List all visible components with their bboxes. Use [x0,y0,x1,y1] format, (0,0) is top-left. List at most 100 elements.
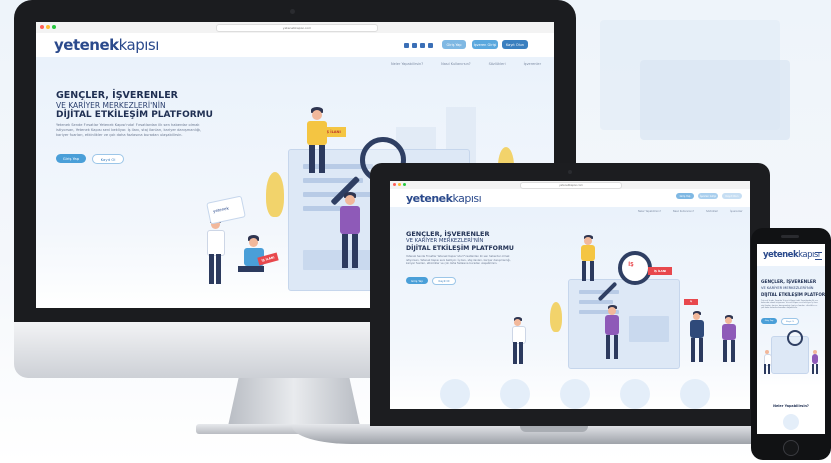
facebook-icon[interactable] [412,43,417,48]
window-minimize-icon[interactable] [46,25,50,29]
site-logo[interactable]: yetenekkapısı [54,36,159,54]
laptop-lid: yeteneKkapisi.com yetenekkapısı Giriş Ya… [370,163,770,426]
job-posting-tag-large: İŞ [626,261,636,269]
person-figure [688,311,706,365]
window-maximize-icon[interactable] [403,183,406,186]
social-links [404,43,433,48]
linkedin-icon[interactable] [404,43,409,48]
phone-home-button[interactable] [783,440,799,456]
header-employer-label: İşveren Girişi [699,194,717,198]
feature-icon[interactable] [680,379,710,409]
job-posting-tag: İŞ [684,299,698,305]
feature-icon[interactable] [783,414,799,430]
hero-login-button[interactable]: Giriş Yap [56,154,86,163]
hero-description: Yetenek Sende Fırsatlar Yetenek Kapısı'n… [56,123,202,137]
hero-login-button[interactable]: Giriş Yap [761,318,777,324]
address-bar[interactable]: yeteneKkapisi.com [216,24,378,32]
laptop-camera [568,170,572,174]
mini-logo-text: yetenek [212,205,230,214]
hero-title-line3: DİJİTAL ETKİLEŞİM PLATFORMU [56,110,213,120]
person-figure [204,217,226,287]
window-minimize-icon[interactable] [398,183,401,186]
monitor-stand [228,378,360,426]
person-figure [763,350,772,376]
menu-icon[interactable] [815,252,822,260]
hero-title-line1: GENÇLER, İŞVERENLER [761,280,817,285]
hero-title-line3: DİJİTAL ETKİLEŞİM PLATFORMU [761,292,825,297]
nav-item[interactable]: İşverenler [730,210,742,213]
nav-item[interactable]: Nasıl Kullanırsın? [441,62,471,66]
twitter-icon[interactable] [420,43,425,48]
illustration-document [568,279,680,369]
url-text: yeteneKkapisi.com [282,26,312,30]
window-close-icon[interactable] [393,183,396,186]
laptop-screen: yeteneKkapisi.com yetenekkapısı Giriş Ya… [390,181,750,409]
hero-register-button[interactable]: Kayıt Ol [92,154,124,164]
hero-register-button[interactable]: Kayıt Ol [781,318,799,325]
hero-section: Neler Yapabilirsin? Nasıl Kullanırsın? S… [390,207,750,409]
address-bar[interactable]: yeteneKkapisi.com [520,182,622,189]
header-employer-button[interactable]: İşveren Girişi [698,193,718,199]
feature-icon[interactable] [620,379,650,409]
header-login-label: Giriş Yap [446,42,462,47]
header-login-button[interactable]: Giriş Yap [442,40,466,49]
nav-item[interactable]: Nasıl Kullanırsın? [673,210,694,213]
site-logo[interactable]: yetenekkapısı [406,192,482,205]
hero-register-label: Kayıt Ol [100,156,116,162]
hero-register-label: Kayıt Ol [786,320,794,323]
phone-speaker [781,235,799,238]
hero-login-label: Giriş Yap [410,278,424,283]
hero-title-line3: DİJİTAL ETKİLEŞİM PLATFORMU [406,245,514,252]
nav-item[interactable]: Neler Yapabilirsin? [638,210,661,213]
nav-item[interactable]: Neler Yapabilirsin? [391,62,423,66]
person-figure [578,235,598,285]
hero-description: Yetenek Sende Fırsatlar Yetenek Kapısı'n… [761,300,818,310]
header-employer-button[interactable]: İşveren Girişi [472,40,498,49]
hero-description: Yetenek Sende Fırsatlar Yetenek Kapısı'n… [406,255,511,265]
logo-text-part1: yetenek [54,36,119,54]
plant-decoration [266,172,284,217]
header-login-button[interactable]: Giriş Yap [676,193,694,199]
document-line [629,316,669,342]
features-icon-row [430,375,720,409]
tag-label: İŞ [689,301,693,303]
window-maximize-icon[interactable] [52,25,56,29]
header-register-label: Kayıt Olun [505,42,525,47]
site-header: yetenekkapısı [757,244,825,266]
hero-title-line2: VE KARİYER MERKEZLERİ'NİN [406,238,484,244]
header-register-button[interactable]: Kayıt Olun [502,40,528,49]
plant-decoration [550,302,562,332]
nav-item[interactable]: Sözlükleri [489,62,506,66]
tag-label: İŞ İLANI [261,255,275,263]
header-employer-label: İşveren Girişi [473,42,497,47]
feature-icon[interactable] [560,379,590,409]
feature-icon[interactable] [440,379,470,409]
document-line [579,300,613,304]
hero-register-label: Kayıt Ol [438,279,450,283]
mini-logo-card: yetenek [206,195,246,225]
site-logo[interactable]: yetenekkapısı [763,250,820,260]
hero-title-line2: VE KARİYER MERKEZLERİ'NİN [56,101,166,110]
job-posting-tag: İŞ İLANI [648,267,672,275]
header-register-button[interactable]: Kayıt Olun [722,193,742,199]
document-line [579,290,619,294]
nav-item[interactable]: İşverenler [524,62,541,66]
instagram-icon[interactable] [428,43,433,48]
window-close-icon[interactable] [40,25,44,29]
hero-register-button[interactable]: Kayıt Ol [432,277,456,285]
logo-text-part2: kapısı [118,36,160,54]
hero-login-label: Giriş Yap [764,320,774,322]
features-section-title: Neler Yapabilirsin? [773,404,809,408]
background-panel [640,60,790,140]
site-header: yetenekkapısı Giriş Yap İşveren Girişi K… [36,33,554,57]
site-header: yetenekkapısı Giriş Yap İşveren Girişi K… [390,189,750,207]
feature-icon[interactable] [500,379,530,409]
person-figure [510,317,526,367]
hero-title-line1: GENÇLER, İŞVERENLER [56,90,178,101]
person-figure [811,350,819,376]
nav-item[interactable]: Sözlükleri [706,210,718,213]
laptop-notch [520,426,588,432]
logo-text-part1: yetenek [406,192,453,205]
header-register-label: Kayıt Olun [725,194,739,198]
hero-login-button[interactable]: Giriş Yap [406,277,428,284]
